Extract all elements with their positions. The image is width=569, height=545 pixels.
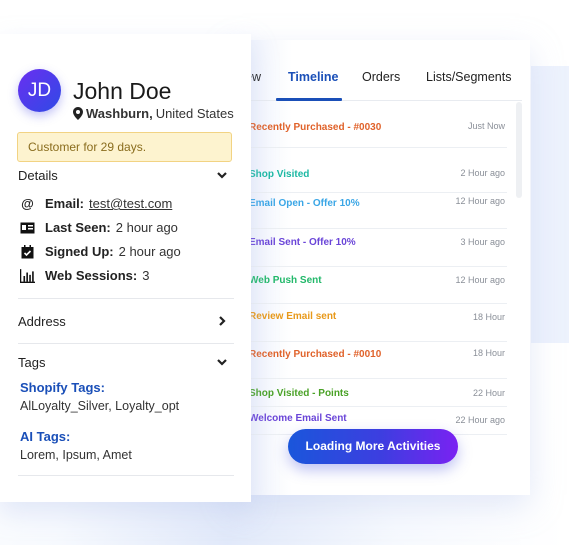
timeline-event[interactable]: Recently Purchased - #0030 Just Now	[232, 102, 507, 148]
event-time: 18 Hour	[472, 348, 505, 358]
event-time: 12 Hour ago	[455, 275, 505, 285]
tab-orders[interactable]: Orders	[362, 70, 400, 84]
event-label: Review Email sent	[249, 311, 337, 322]
last-seen-value: 2 hour ago	[115, 220, 178, 235]
location-city: Washburn,	[86, 106, 153, 121]
event-label: Web Push Sent	[249, 275, 322, 286]
chevron-right-icon	[219, 316, 226, 326]
divider	[18, 475, 234, 476]
event-time: 22 Hour	[472, 388, 505, 398]
timeline-event[interactable]: Recently Purchased - #0010 18 Hour	[232, 342, 507, 379]
event-time: 2 Hour ago	[460, 168, 505, 178]
customer-name: John Doe	[73, 78, 172, 104]
calendar-check-icon	[21, 244, 34, 258]
divider	[18, 298, 234, 299]
event-time: 3 Hour ago	[460, 237, 505, 247]
web-sessions-label: Web Sessions:	[45, 268, 138, 283]
event-label: Recently Purchased - #0010	[249, 349, 382, 360]
details-title: Details	[18, 168, 58, 183]
shopify-tags-title: Shopify Tags:	[20, 380, 105, 395]
event-time: 12 Hour ago	[455, 196, 505, 206]
map-pin-icon	[73, 107, 83, 120]
id-card-icon	[20, 222, 35, 233]
tags-section-toggle[interactable]: Tags	[18, 355, 228, 370]
customer-location: Washburn, United States	[73, 106, 234, 121]
avatar: JD	[18, 69, 61, 112]
chevron-down-icon	[217, 359, 227, 366]
timeline-event[interactable]: Shop Visited - Points 22 Hour	[232, 379, 507, 407]
detail-signed-up: Signed Up: 2 hour ago	[20, 244, 181, 259]
signed-up-label: Signed Up:	[45, 244, 114, 259]
tags-title: Tags	[18, 355, 46, 370]
ai-tags-title: AI Tags:	[20, 429, 71, 444]
event-label: Recently Purchased - #0030	[249, 122, 382, 133]
timeline-event[interactable]: Shop Visited 2 Hour ago	[232, 148, 507, 193]
event-time: Just Now	[467, 121, 505, 131]
timeline-event[interactable]: Web Push Sent 12 Hour ago	[232, 267, 507, 304]
event-label: Shop Visited	[249, 169, 310, 180]
detail-email: @ Email: test@test.com	[20, 196, 172, 211]
timeline-event[interactable]: Email Open - Offer 10% 12 Hour ago	[232, 193, 507, 229]
last-seen-label: Last Seen:	[45, 220, 111, 235]
customer-since-banner: Customer for 29 days.	[17, 132, 232, 162]
timeline-event[interactable]: Email Sent - Offer 10% 3 Hour ago	[232, 229, 507, 267]
event-label: Welcome Email Sent	[249, 413, 347, 424]
divider	[18, 343, 234, 344]
event-time: 22 Hour ago	[455, 415, 505, 425]
activity-panel: ew Timeline Orders Lists/Segments Recent…	[232, 40, 530, 495]
web-sessions-value: 3	[142, 268, 150, 283]
event-label: Shop Visited - Points	[249, 388, 349, 399]
event-label: Email Sent - Offer 10%	[249, 237, 356, 248]
email-label: Email:	[45, 196, 85, 211]
customer-profile-panel: JD John Doe Washburn, United States Cust…	[0, 34, 251, 502]
shopify-tags-values: AlLoyalty_Silver, Loyalty_opt	[20, 399, 180, 413]
address-title: Address	[18, 314, 66, 329]
location-country: United States	[155, 106, 234, 121]
event-label: Email Open - Offer 10%	[249, 198, 360, 209]
address-section-toggle[interactable]: Address	[18, 314, 228, 329]
load-more-activities-button[interactable]: Loading More Activities	[288, 429, 458, 464]
chevron-down-icon	[217, 172, 227, 179]
detail-web-sessions: Web Sessions: 3	[20, 268, 149, 283]
event-time: 18 Hour	[472, 312, 505, 322]
tab-timeline[interactable]: Timeline	[288, 70, 338, 84]
detail-last-seen: Last Seen: 2 hour ago	[20, 220, 178, 235]
timeline-event[interactable]: Review Email sent 18 Hour	[232, 304, 507, 342]
right-background-panel	[531, 66, 569, 343]
tab-lists-segments[interactable]: Lists/Segments	[426, 70, 511, 84]
signed-up-value: 2 hour ago	[118, 244, 181, 259]
active-tab-indicator	[276, 98, 342, 101]
timeline-scrollbar[interactable]	[516, 102, 522, 198]
at-sign-icon: @	[21, 196, 34, 211]
details-section-toggle[interactable]: Details	[18, 168, 228, 183]
tab-bar: ew Timeline Orders Lists/Segments	[232, 40, 522, 101]
bar-chart-icon	[20, 268, 35, 283]
ai-tags-values: Lorem, Ipsum, Amet	[20, 448, 132, 462]
email-link[interactable]: test@test.com	[89, 196, 172, 211]
